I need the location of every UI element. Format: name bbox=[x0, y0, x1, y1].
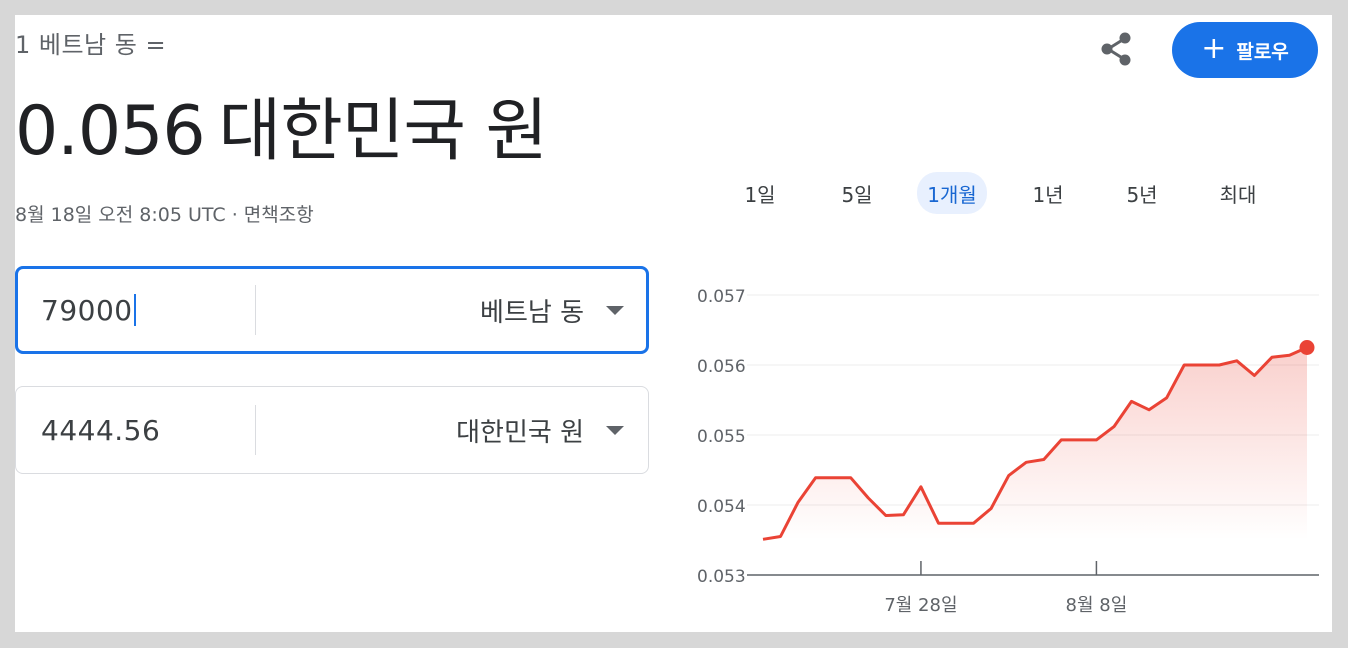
from-currency-select[interactable]: 베트남 동 bbox=[480, 269, 584, 351]
y-tick-label: 0.054 bbox=[697, 497, 746, 517]
to-amount-value: 4444.56 bbox=[41, 413, 161, 447]
share-icon bbox=[1101, 32, 1131, 66]
currency-converter-card: 1 베트남 동 = 0.056 대한민국 원 8월 18일 오전 8:05 UTC… bbox=[15, 15, 1332, 632]
y-tick-label: 0.056 bbox=[697, 357, 746, 377]
field-divider bbox=[255, 405, 256, 455]
to-currency-select[interactable]: 대한민국 원 bbox=[456, 387, 584, 473]
x-tick-label: 8월 8일 bbox=[1066, 595, 1128, 616]
tab-1-year[interactable]: 1년 bbox=[1018, 172, 1078, 214]
tab-5-years[interactable]: 5년 bbox=[1112, 172, 1172, 214]
rate-currency: 대한민국 원 bbox=[218, 92, 548, 171]
exchange-rate-chart[interactable]: 0.057 0.056 0.055 0.054 0.053 7월 28일 8월 8일 bbox=[655, 255, 1325, 620]
to-amount-input[interactable]: 4444.56 bbox=[41, 387, 160, 473]
from-amount-input[interactable]: 79000 bbox=[41, 269, 136, 351]
rate-timestamp-disclaimer[interactable]: 8월 18일 오전 8:05 UTC · 면책조항 bbox=[15, 200, 314, 227]
y-tick-label: 0.055 bbox=[697, 427, 746, 447]
follow-label: 팔로우 bbox=[1236, 40, 1289, 63]
plus-icon: + bbox=[1201, 30, 1227, 66]
y-tick-label: 0.057 bbox=[697, 287, 746, 307]
series-area bbox=[763, 347, 1307, 540]
tab-5-days[interactable]: 5일 bbox=[827, 172, 887, 214]
tab-1-month[interactable]: 1개월 bbox=[917, 172, 987, 214]
from-amount-value: 79000 bbox=[41, 293, 133, 327]
rate-value: 0.056 bbox=[15, 92, 206, 171]
tab-max[interactable]: 최대 bbox=[1207, 172, 1269, 214]
y-tick-label: 0.053 bbox=[697, 567, 746, 587]
field-divider bbox=[255, 285, 256, 335]
from-currency-row: 79000 베트남 동 bbox=[15, 266, 649, 354]
chevron-down-icon[interactable] bbox=[606, 426, 624, 435]
tab-1-day[interactable]: 1일 bbox=[732, 172, 788, 214]
follow-button[interactable]: + 팔로우 bbox=[1172, 22, 1318, 78]
exchange-rate-headline: 0.056 대한민국 원 bbox=[15, 75, 548, 174]
share-button[interactable] bbox=[1095, 28, 1137, 70]
text-cursor bbox=[133, 294, 136, 326]
latest-point-marker bbox=[1299, 340, 1315, 355]
chevron-down-icon[interactable] bbox=[606, 306, 624, 315]
to-currency-row: 4444.56 대한민국 원 bbox=[15, 386, 649, 474]
rate-subtitle: 1 베트남 동 = bbox=[15, 31, 167, 59]
x-tick-label: 7월 28일 bbox=[884, 595, 957, 616]
